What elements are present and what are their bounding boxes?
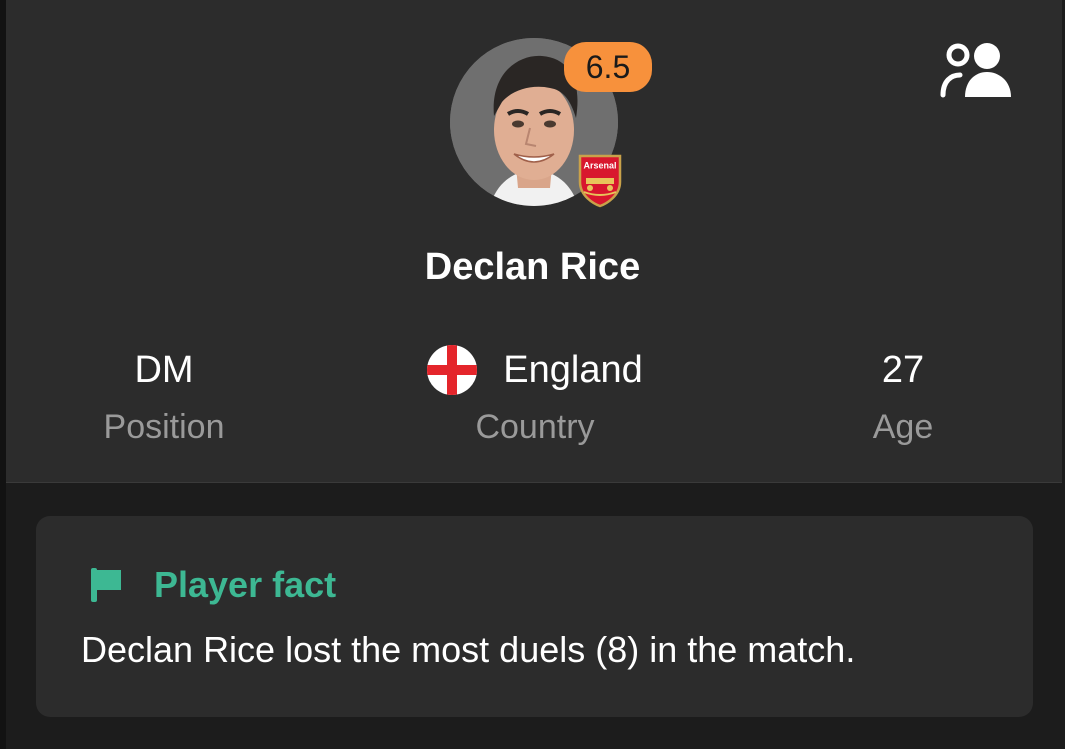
player-avatar-group[interactable]: 6.5 Arsenal	[446, 38, 652, 212]
stat-age: 27 Age	[773, 344, 1033, 447]
stat-position: DM Position	[34, 344, 294, 447]
club-name-text: Arsenal	[583, 161, 616, 171]
flag-icon	[91, 568, 121, 602]
player-screen: 6.5 Arsenal Declan Rice DM Position Engl…	[0, 0, 1065, 749]
fact-header: Player fact	[88, 564, 336, 606]
age-value: 27	[881, 349, 925, 391]
fact-text: Declan Rice lost the most duels (8) in t…	[81, 629, 856, 670]
club-crest-icon: Arsenal	[576, 152, 624, 208]
stat-country: England Country	[405, 344, 665, 447]
country-label: Country	[475, 408, 595, 446]
people-icon	[940, 43, 1011, 98]
rating-badge: 6.5	[564, 42, 652, 92]
england-flag-icon	[427, 345, 478, 395]
fact-title: Player fact	[154, 564, 337, 605]
country-value: England	[503, 349, 643, 391]
friends-button[interactable]	[938, 40, 1016, 100]
position-value: DM	[134, 349, 194, 391]
player-name: Declan Rice	[424, 246, 641, 288]
player-fact-card: Player fact Declan Rice lost the most du…	[36, 516, 1033, 717]
age-label: Age	[872, 408, 934, 446]
country-value-row: England	[405, 344, 665, 396]
position-label: Position	[103, 408, 225, 446]
